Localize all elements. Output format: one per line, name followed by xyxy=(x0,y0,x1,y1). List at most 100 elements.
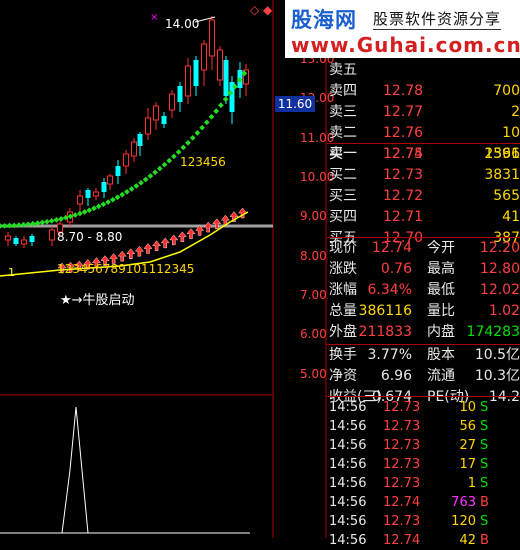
ask-row[interactable]: 卖三 12.77 2 xyxy=(327,102,520,123)
tick-side: S xyxy=(480,438,489,453)
tick-volume: 1 xyxy=(467,476,476,491)
banner-brand: 股海网 xyxy=(291,8,357,32)
tick-row[interactable]: 14:56 12.73 17 S xyxy=(327,455,520,474)
candle-body xyxy=(145,117,151,135)
tick-side: S xyxy=(480,457,489,472)
banner-slogan: 股票软件资源分享 xyxy=(373,10,502,30)
svg-text:1: 1 xyxy=(8,266,15,279)
tick-price: 12.73 xyxy=(383,419,421,434)
stat-value-2: 12.20 xyxy=(479,240,520,256)
tick-row[interactable]: 14:56 12.73 56 S xyxy=(327,417,520,436)
tick-row[interactable]: 14:56 12.74 42 B xyxy=(327,531,520,550)
stat-label-2: 最高 xyxy=(427,261,455,277)
ask-row[interactable]: 卖四 12.78 700 xyxy=(327,81,520,102)
tick-row[interactable]: 14:56 12.73 27 S xyxy=(327,436,520,455)
bid-price: 12.73 xyxy=(383,167,424,183)
stat-label: 涨幅 xyxy=(329,282,357,298)
candle-body xyxy=(107,175,113,185)
stat-label-2: 最低 xyxy=(427,282,455,298)
tick-row[interactable]: 14:56 12.73 120 S xyxy=(327,512,520,531)
tick-price: 12.73 xyxy=(383,476,421,491)
tick-price: 12.74 xyxy=(383,533,421,548)
ask-label: 卖三 xyxy=(329,104,357,120)
bid-volume: 41 xyxy=(502,209,520,225)
stat-value: 6.34% xyxy=(367,282,412,298)
legend-star-label: ★→牛股启动 xyxy=(60,293,135,308)
watermark-banner: 股海网 股票软件资源分享 www.Guhai.com.cn xyxy=(285,0,520,58)
banner-url: www.Guhai.com.cn xyxy=(291,33,520,57)
ask-volume: 700 xyxy=(493,83,520,99)
tick-volume: 17 xyxy=(459,457,476,472)
stat-row: 涨跌 0.76 最高 12.80 xyxy=(327,259,520,280)
ask-price: 12.78 xyxy=(383,83,424,99)
stat-label-2: 内盘 xyxy=(427,324,455,340)
tick-side: S xyxy=(480,514,489,529)
bid-row[interactable]: 买一 12.74 2591 xyxy=(327,144,520,165)
tick-volume: 763 xyxy=(451,495,476,510)
axis-tick: 8.00 xyxy=(300,249,327,263)
tick-price: 12.74 xyxy=(383,495,421,510)
candle-body xyxy=(223,60,229,96)
tick-side: S xyxy=(480,419,489,434)
stat-value: 211833 xyxy=(358,324,412,340)
stat-label-2: 股本 xyxy=(427,347,455,363)
count-label-upper: 123456 xyxy=(180,155,226,169)
stat-value-2: 12.02 xyxy=(479,282,520,298)
ask-volume: 2 xyxy=(511,104,520,120)
candle-body xyxy=(217,49,223,81)
bid-volume: 2591 xyxy=(484,146,520,162)
tick-time: 14:56 xyxy=(329,476,367,491)
stat-label: 现价 xyxy=(329,240,357,256)
tick-row[interactable]: 14:56 12.73 10 S xyxy=(327,398,520,417)
ask-label: 卖四 xyxy=(329,83,357,99)
tick-time: 14:56 xyxy=(329,457,367,472)
stat-value-2: 12.80 xyxy=(479,261,520,277)
ask-label: 卖二 xyxy=(329,125,357,141)
bid-label: 买四 xyxy=(329,209,357,225)
candle-body xyxy=(123,153,129,167)
candle-body xyxy=(115,166,121,176)
stat-value-2: 10.3亿 xyxy=(474,368,520,384)
tick-volume: 56 xyxy=(459,419,476,434)
tick-row[interactable]: 14:56 12.73 1 S xyxy=(327,474,520,493)
tick-volume: 120 xyxy=(451,514,476,529)
tick-volume: 27 xyxy=(459,438,476,453)
stat-label-2: 今开 xyxy=(427,240,455,256)
bid-price: 12.71 xyxy=(383,209,424,225)
stat-value-2: 10.5亿 xyxy=(474,347,520,363)
tick-time: 14:56 xyxy=(329,400,367,415)
tick-time: 14:56 xyxy=(329,495,367,510)
candle-body xyxy=(137,134,143,146)
stat-label-2: 流通 xyxy=(427,368,455,384)
bid-row[interactable]: 买三 12.72 565 xyxy=(327,186,520,207)
candle-body xyxy=(101,182,107,192)
axis-tick: 6.00 xyxy=(300,327,327,341)
stat-row: 涨幅 6.34% 最低 12.02 xyxy=(327,280,520,301)
bid-row[interactable]: 买二 12.73 3831 xyxy=(327,165,520,186)
diamond-icon-2: ◆ xyxy=(263,3,273,17)
candle-body xyxy=(85,190,91,198)
candle-body xyxy=(169,93,175,111)
ask-volume: 10 xyxy=(502,125,520,141)
tick-price: 12.73 xyxy=(383,400,421,415)
tick-price: 12.73 xyxy=(383,457,421,472)
bid-row[interactable]: 买四 12.71 41 xyxy=(327,207,520,228)
candle-body xyxy=(77,195,83,205)
candle-body xyxy=(193,60,199,86)
stat-label: 涨跌 xyxy=(329,261,357,277)
ask-row[interactable]: 卖二 12.76 10 xyxy=(327,123,520,144)
stat-row: 换手 3.77% 股本 10.5亿 xyxy=(327,345,520,366)
bid-volume: 565 xyxy=(493,188,520,204)
candle-body xyxy=(29,236,35,242)
stat-value: 12.74 xyxy=(371,240,412,256)
ask-label: 卖五 xyxy=(329,62,357,78)
ask-row[interactable]: 卖五 xyxy=(327,60,520,81)
tick-side: B xyxy=(480,533,489,548)
tick-side: S xyxy=(480,476,489,491)
candle-body xyxy=(93,191,99,197)
tick-row[interactable]: 14:56 12.74 763 B xyxy=(327,493,520,512)
peak-marker-icon: × xyxy=(150,12,158,23)
candle-body xyxy=(153,105,159,121)
tick-price: 12.73 xyxy=(383,438,421,453)
axis-tick: 7.00 xyxy=(300,288,327,302)
